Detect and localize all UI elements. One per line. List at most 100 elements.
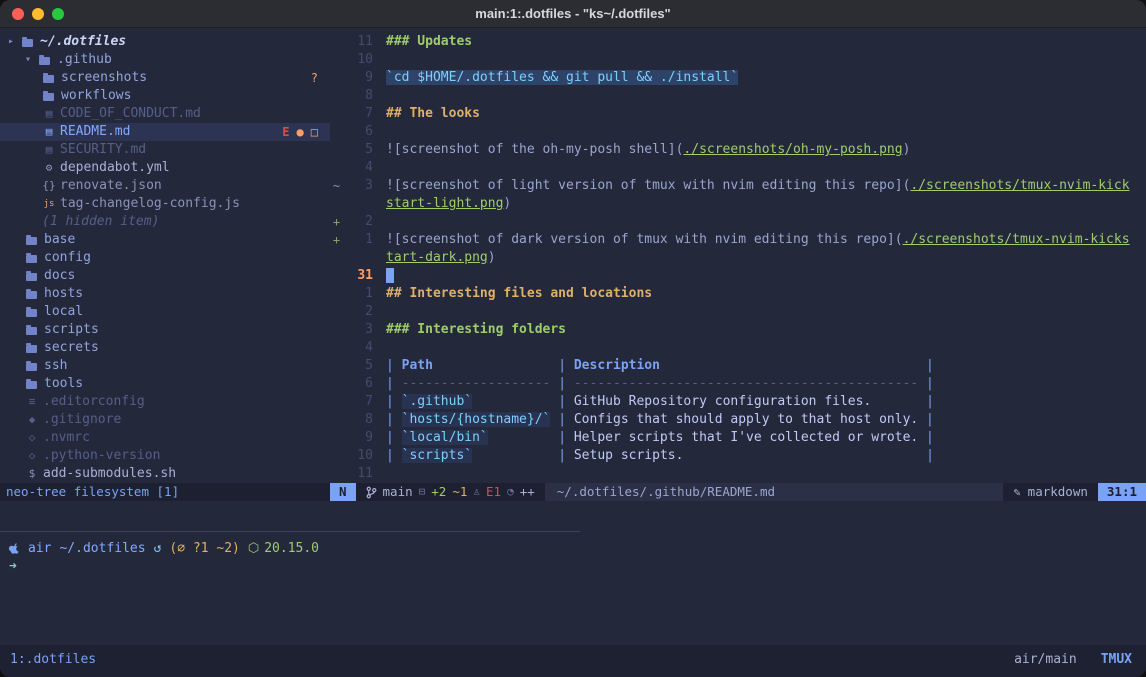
- tree-item-code-of-conduct-md[interactable]: ▤CODE_OF_CONDUCT.md: [0, 105, 330, 123]
- tree-item-secrets[interactable]: secrets: [0, 339, 330, 357]
- text-segment: |: [683, 448, 933, 463]
- editor-line[interactable]: 7## The looks: [330, 105, 1146, 123]
- file-tree: ▸~/.dotfiles▾ .githubscreenshots?workflow…: [0, 33, 330, 483]
- tree-item-label: renovate.json: [60, 177, 162, 195]
- editor-buffer[interactable]: 11 ### Updates 10 9`cd $HOME/.dotfiles &&…: [330, 33, 1146, 483]
- tree-item-dotfiles[interactable]: ▸~/.dotfiles: [0, 33, 330, 51]
- tree-item-gitignore[interactable]: ◆.gitignore: [0, 411, 330, 429]
- tree-item-dependabot-yml[interactable]: ⚙dependabot.yml: [0, 159, 330, 177]
- tree-item-scripts[interactable]: scripts: [0, 321, 330, 339]
- line-text: [386, 51, 1146, 69]
- line-text: [386, 267, 1146, 285]
- tree-item-tools[interactable]: tools: [0, 375, 330, 393]
- tree-item-hosts[interactable]: hosts: [0, 285, 330, 303]
- editor-line[interactable]: 11 ### Updates: [330, 33, 1146, 51]
- editor-line[interactable]: 9| `local/bin` | Helper scripts that I'v…: [330, 429, 1146, 447]
- tree-item-nvmrc[interactable]: ◇.nvmrc: [0, 429, 330, 447]
- tree-item-docs[interactable]: docs: [0, 267, 330, 285]
- git-untracked-badge: ?: [311, 69, 318, 87]
- editor-line[interactable]: 4: [330, 159, 1146, 177]
- shell-pane[interactable]: air ~/.dotfiles ↺ (∅ ?1 ~2) ⬡ 20.15.0 ➜: [0, 532, 1146, 576]
- mode-indicator: N: [330, 483, 356, 501]
- editor-line[interactable]: 5| Path | Description |: [330, 357, 1146, 375]
- tree-item-add-submodules-sh[interactable]: $add-submodules.sh: [0, 465, 330, 483]
- prompt-input-line[interactable]: ➜: [9, 558, 1146, 576]
- editor-line[interactable]: 6: [330, 123, 1146, 141]
- line-text: | `scripts` | Setup scripts. |: [386, 447, 1146, 465]
- minimize-button[interactable]: [32, 8, 44, 20]
- tree-item-label: hosts: [44, 285, 83, 303]
- gutter-sign: [330, 429, 343, 447]
- editor-line[interactable]: start-light.png): [330, 195, 1146, 213]
- tree-item-tag-changelog-config-js[interactable]: jstag-changelog-config.js: [0, 195, 330, 213]
- expander-icon[interactable]: ▸: [8, 33, 21, 51]
- tree-item-1-hidden-item[interactable]: (1 hidden item): [0, 213, 330, 231]
- pencil-icon: ✎: [1013, 483, 1020, 501]
- fullscreen-button[interactable]: [52, 8, 64, 20]
- text-segment: |: [660, 358, 934, 373]
- line-number: 31: [343, 267, 373, 285]
- text-segment: ): [903, 142, 911, 157]
- tree-item-label: .gitignore: [43, 411, 121, 429]
- line-text: [386, 159, 1146, 177]
- line-text: ### Interesting folders: [386, 321, 1146, 339]
- tree-item-label: .github: [57, 51, 112, 69]
- tree-item-label: scripts: [44, 321, 99, 339]
- editor-line[interactable]: ~3![screenshot of light version of tmux …: [330, 177, 1146, 195]
- editor-line[interactable]: 10| `scripts` | Setup scripts. |: [330, 447, 1146, 465]
- tree-item-readme-md[interactable]: ▤README.mdE●□: [0, 123, 330, 141]
- tree-item-renovate-json[interactable]: {}renovate.json: [0, 177, 330, 195]
- editor-line[interactable]: 11: [330, 465, 1146, 483]
- text-segment: ./screenshots/oh-my-posh.png: [683, 142, 902, 157]
- text-segment: |: [550, 376, 573, 391]
- text-segment: ### Updates: [386, 34, 472, 49]
- folder-icon: [39, 57, 50, 65]
- editor-line[interactable]: 4: [330, 339, 1146, 357]
- tree-item-editorconfig[interactable]: ≡.editorconfig: [0, 393, 330, 411]
- editor-line[interactable]: 8: [330, 87, 1146, 105]
- editor-line[interactable]: 6| ------------------- | ---------------…: [330, 375, 1146, 393]
- tree-item-label: local: [44, 303, 83, 321]
- tmux-window-name[interactable]: 1:.dotfiles: [10, 651, 96, 669]
- editor-line[interactable]: 3### Interesting folders: [330, 321, 1146, 339]
- tree-item-screenshots[interactable]: screenshots?: [0, 69, 330, 87]
- editor-line[interactable]: 2: [330, 303, 1146, 321]
- line-text: | `.github` | GitHub Repository configur…: [386, 393, 1146, 411]
- editor-line[interactable]: 5![screenshot of the oh-my-posh shell](.…: [330, 141, 1146, 159]
- line-number: 11: [343, 33, 373, 51]
- editor-line[interactable]: 7| `.github` | GitHub Repository configu…: [330, 393, 1146, 411]
- folder-icon: [26, 291, 37, 299]
- diagnostics-icon: ♙: [473, 483, 480, 501]
- editor-line[interactable]: 1## Interesting files and locations: [330, 285, 1146, 303]
- statusline-center: ~/.dotfiles/.github/README.md: [545, 483, 1014, 501]
- tree-item-label: workflows: [61, 87, 131, 105]
- tree-item-config[interactable]: config: [0, 249, 330, 267]
- tree-item-base[interactable]: base: [0, 231, 330, 249]
- close-button[interactable]: [12, 8, 24, 20]
- tree-item-github[interactable]: ▾ .github: [0, 51, 330, 69]
- line-number: 6: [343, 375, 373, 393]
- expander-icon[interactable]: ▾: [25, 51, 38, 69]
- editor-line[interactable]: tart-dark.png): [330, 249, 1146, 267]
- editor-line[interactable]: 10: [330, 51, 1146, 69]
- tree-item-local[interactable]: local: [0, 303, 330, 321]
- editor-line[interactable]: 9`cd $HOME/.dotfiles && git pull && ./in…: [330, 69, 1146, 87]
- cfg-icon: ≡: [25, 393, 39, 411]
- js-icon: js: [42, 195, 56, 213]
- titlebar: main:1:.dotfiles - "ks~/.dotfiles": [0, 0, 1146, 28]
- gutter-sign: [330, 375, 343, 393]
- editor-line[interactable]: +2: [330, 213, 1146, 231]
- tree-item-workflows[interactable]: workflows: [0, 87, 330, 105]
- editor-line[interactable]: 31: [330, 267, 1146, 285]
- editor-line[interactable]: +1![screenshot of dark version of tmux w…: [330, 231, 1146, 249]
- text-segment: |: [472, 448, 574, 463]
- editor-line[interactable]: 8| `hosts/{hostname}/` | Configs that sh…: [330, 411, 1146, 429]
- tree-item-security-md[interactable]: ▤SECURITY.md: [0, 141, 330, 159]
- terminal-window: main:1:.dotfiles - "ks~/.dotfiles" ▸~/.d…: [0, 0, 1146, 677]
- tree-item-ssh[interactable]: ssh: [0, 357, 330, 375]
- tree-item-python-version[interactable]: ◇.python-version: [0, 447, 330, 465]
- tmux-status-bar: 1:.dotfiles air/main TMUX: [0, 645, 1146, 677]
- tree-item-label: dependabot.yml: [60, 159, 170, 177]
- gear-icon: ⚙: [42, 159, 56, 177]
- tree-item-label: .nvmrc: [43, 429, 90, 447]
